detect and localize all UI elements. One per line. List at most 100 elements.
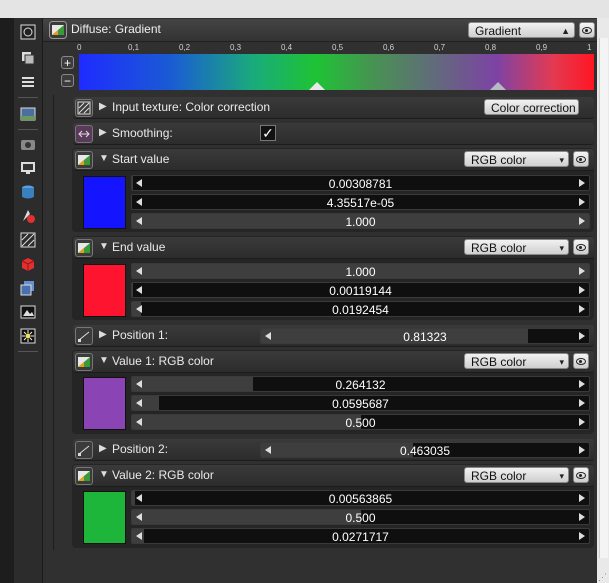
expand-arrow-icon[interactable]: ▶ [99, 443, 107, 454]
ruler-tick-label: 0 [77, 43, 82, 52]
list-icon[interactable] [19, 73, 37, 91]
channel-slider[interactable]: 0.00119144 [131, 282, 590, 298]
increment-arrow-icon[interactable] [579, 380, 585, 388]
ruler-tick-label: 0,8 [485, 43, 497, 52]
start-value-label: Start value [112, 152, 170, 166]
value-2-color-swatch[interactable] [83, 491, 126, 544]
expand-arrow-icon[interactable]: ▶ [99, 127, 107, 138]
gradient-stop-marker-2[interactable] [309, 82, 326, 90]
end-value-visibility-toggle[interactable] [573, 239, 589, 255]
end-color-swatch[interactable] [83, 264, 126, 317]
node-type-value: Gradient [475, 24, 522, 38]
gradient-stop-marker-1[interactable] [489, 82, 506, 90]
remove-stop-button[interactable]: − [61, 74, 74, 87]
smoothing-label: Smoothing: [112, 126, 173, 140]
value-1-type-select[interactable]: RGB color ▾ [464, 353, 569, 369]
rgb-node-icon [75, 151, 93, 169]
picture-icon[interactable] [19, 303, 37, 321]
increment-arrow-icon[interactable] [579, 305, 585, 313]
increment-arrow-icon[interactable] [579, 179, 585, 187]
smoothing-checkbox[interactable]: ✓ [260, 125, 276, 141]
texture-icon[interactable] [19, 231, 37, 249]
collapse-arrow-icon[interactable]: ▼ [99, 355, 109, 366]
increment-arrow-icon[interactable] [579, 494, 585, 502]
increment-arrow-icon[interactable] [579, 513, 585, 521]
position-2-slider[interactable]: 0.463035 [260, 442, 590, 458]
vertical-scrollbar[interactable]: ⋰ [597, 18, 609, 583]
channel-value: 0.264132 [335, 378, 386, 392]
camera-icon[interactable] [19, 135, 37, 153]
position-1-slider[interactable]: 0.81323 [260, 328, 590, 344]
scrollbar-track[interactable] [599, 38, 608, 558]
collapse-arrow-icon[interactable]: ▼ [99, 469, 109, 480]
copy-icon[interactable] [19, 49, 37, 67]
increment-arrow-icon[interactable] [579, 332, 585, 340]
eye-icon [582, 26, 592, 34]
increment-arrow-icon[interactable] [579, 286, 585, 294]
channel-slider[interactable]: 1.000 [131, 263, 590, 279]
channel-value: 0.0271717 [332, 530, 389, 544]
channel-slider[interactable]: 4.35517e-05 [131, 194, 590, 210]
position-2-value: 0.463035 [399, 444, 451, 458]
increment-arrow-icon[interactable] [579, 399, 585, 407]
start-value-type-select[interactable]: RGB color ▾ [464, 151, 569, 167]
collapse-arrow-icon[interactable]: ▼ [99, 153, 109, 164]
channel-slider[interactable]: 0.500 [131, 414, 590, 430]
end-value-type-value: RGB color [471, 241, 527, 255]
eye-icon [576, 357, 586, 365]
channel-slider[interactable]: 0.0595687 [131, 395, 590, 411]
increment-arrow-icon[interactable] [579, 267, 585, 275]
ruler-tick-label: 0,2 [179, 43, 191, 52]
increment-arrow-icon[interactable] [579, 198, 585, 206]
input-texture-row: ▶ Input texture: Color correction Color … [73, 97, 594, 119]
input-texture-label: Input texture: Color correction [112, 100, 271, 114]
input-texture-select[interactable]: Color correction [484, 99, 579, 115]
channel-slider[interactable]: 1.000 [131, 213, 590, 229]
node-toolbar [14, 18, 43, 583]
increment-arrow-icon[interactable] [579, 418, 585, 426]
value-2-type-select[interactable]: RGB color ▾ [464, 467, 569, 483]
channel-slider[interactable]: 0.00308781 [131, 175, 590, 191]
blue-cube-icon[interactable] [19, 279, 37, 297]
channel-slider[interactable]: 0.0192454 [131, 301, 590, 317]
ruler-tick-label: 0,7 [434, 43, 446, 52]
monitor-icon[interactable] [19, 159, 37, 177]
node-type-select[interactable]: Gradient ▲ [468, 22, 575, 38]
value-1-color-swatch[interactable] [83, 377, 126, 430]
add-stop-button[interactable]: + [61, 56, 74, 69]
collapse-arrow-icon[interactable]: ▼ [99, 241, 109, 252]
channel-slider[interactable]: 0.00563865 [131, 490, 590, 506]
ruler-tick-label: 0,4 [281, 43, 293, 52]
visibility-toggle[interactable] [579, 22, 595, 38]
increment-arrow-icon[interactable] [579, 217, 585, 225]
channel-slider[interactable]: 0.0271717 [131, 528, 590, 544]
start-value-visibility-toggle[interactable] [573, 151, 589, 167]
value-2-visibility-toggle[interactable] [573, 467, 589, 483]
toolbar-divider [18, 129, 38, 130]
expand-arrow-icon[interactable]: ▶ [99, 101, 107, 112]
gradient-preview[interactable] [79, 54, 594, 90]
resize-grip-icon[interactable]: ⋰ [598, 572, 608, 582]
sun-icon[interactable] [19, 327, 37, 345]
camera-node-icon[interactable] [19, 23, 37, 41]
material-icon[interactable] [19, 207, 37, 225]
database-icon[interactable] [19, 183, 37, 201]
increment-arrow-icon[interactable] [579, 532, 585, 540]
rgb-node-icon [75, 467, 93, 485]
image-icon[interactable] [19, 105, 37, 123]
value-1-label: Value 1: RGB color [112, 354, 214, 368]
red-cube-icon[interactable] [19, 255, 37, 273]
value-1-visibility-toggle[interactable] [573, 353, 589, 369]
ruler-tick-label: 1 [587, 43, 592, 52]
channel-slider[interactable]: 0.500 [131, 509, 590, 525]
channel-value: 0.500 [345, 416, 376, 430]
channel-value: 0.500 [345, 511, 376, 525]
channel-slider[interactable]: 0.264132 [131, 376, 590, 392]
node-title: Diffuse: Gradient [71, 22, 161, 36]
rgb-node-icon [75, 239, 93, 257]
start-color-swatch[interactable] [83, 176, 126, 229]
increment-arrow-icon[interactable] [579, 446, 585, 454]
end-value-type-select[interactable]: RGB color ▾ [464, 239, 569, 255]
expand-arrow-icon[interactable]: ▶ [99, 329, 107, 340]
gradient-node-icon [49, 21, 67, 39]
